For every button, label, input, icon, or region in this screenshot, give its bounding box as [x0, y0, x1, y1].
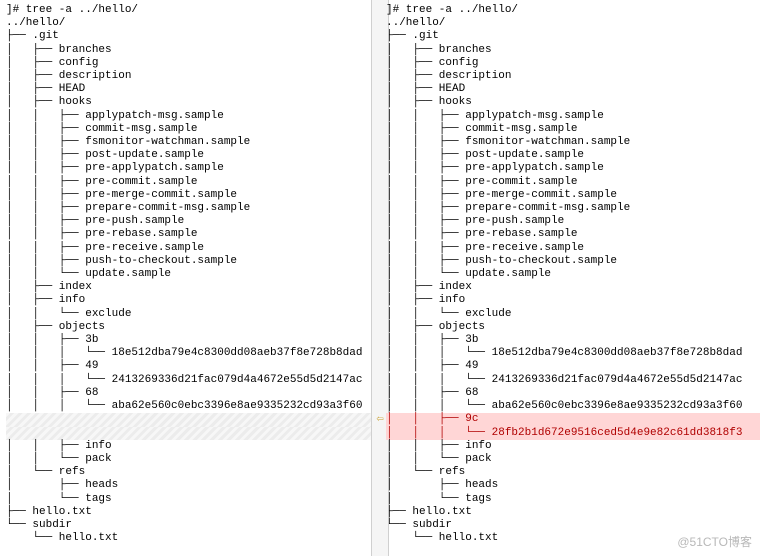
tree-line: │ │ ├── post-update.sample	[6, 149, 379, 162]
tree-line: │ │ ├── prepare-commit-msg.sample	[386, 202, 760, 215]
tree-line: │ │ └── update.sample	[6, 268, 379, 281]
tree-line	[6, 427, 379, 440]
tree-line: │ │ ├── commit-msg.sample	[6, 123, 379, 136]
tree-line: ]# tree -a ../hello/	[6, 4, 379, 17]
tree-line: │ └── refs	[386, 466, 760, 479]
tree-line: │ ├── branches	[386, 44, 760, 57]
tree-line: └── subdir	[386, 519, 760, 532]
tree-line: │ ├── config	[6, 57, 379, 70]
tree-line: ../hello/	[6, 17, 379, 30]
tree-line: │ ├── branches	[6, 44, 379, 57]
tree-line: │ │ ├── fsmonitor-watchman.sample	[386, 136, 760, 149]
tree-line: │ │ ├── push-to-checkout.sample	[6, 255, 379, 268]
tree-line: │ ├── hooks	[6, 96, 379, 109]
tree-line: │ │ ├── pre-merge-commit.sample	[6, 189, 379, 202]
tree-line: │ ├── index	[6, 281, 379, 294]
tree-line: └── subdir	[6, 519, 379, 532]
tree-line: │ ├── index	[386, 281, 760, 294]
tree-line: │ ├── objects	[6, 321, 379, 334]
tree-line: ├── .git	[386, 30, 760, 43]
tree-line: │ │ ├── 68	[386, 387, 760, 400]
tree-line: │ │ ├── post-update.sample	[386, 149, 760, 162]
tree-line: └── hello.txt	[6, 532, 379, 545]
tree-line	[6, 413, 379, 426]
tree-line: │ │ │ └── 2413269336d21fac079d4a4672e55d…	[6, 374, 379, 387]
diff-arrow-icon: ⇦	[371, 413, 389, 426]
tree-line: │ │ ├── info	[386, 440, 760, 453]
tree-line: │ │ ├── pre-receive.sample	[6, 242, 379, 255]
tree-line: │ │ ├── 9c	[386, 413, 760, 426]
tree-line: │ │ ├── applypatch-msg.sample	[386, 110, 760, 123]
tree-line: ├── hello.txt	[386, 506, 760, 519]
tree-line: │ └── tags	[386, 493, 760, 506]
tree-line: │ │ ├── commit-msg.sample	[386, 123, 760, 136]
tree-line: │ │ ├── pre-rebase.sample	[6, 228, 379, 241]
tree-line: │ │ └── pack	[386, 453, 760, 466]
tree-line: │ ├── hooks	[386, 96, 760, 109]
tree-line: │ │ │ └── 18e512dba79e4c8300dd08aeb37f8e…	[386, 347, 760, 360]
diff-container: ]# tree -a ../hello/../hello/├── .git│ ├…	[0, 0, 760, 556]
tree-line: │ │ ├── pre-commit.sample	[386, 176, 760, 189]
tree-line: │ │ ├── 49	[6, 360, 379, 373]
tree-line: │ │ ├── pre-rebase.sample	[386, 228, 760, 241]
tree-line: │ │ │ └── 2413269336d21fac079d4a4672e55d…	[386, 374, 760, 387]
tree-line: │ │ ├── pre-push.sample	[6, 215, 379, 228]
tree-line: ../hello/	[386, 17, 760, 30]
tree-line: │ │ ├── push-to-checkout.sample	[386, 255, 760, 268]
tree-line: │ │ ├── 68	[6, 387, 379, 400]
tree-line: │ │ ├── pre-push.sample	[386, 215, 760, 228]
tree-line: │ ├── description	[6, 70, 379, 83]
tree-line: │ └── refs	[6, 466, 379, 479]
tree-line: │ │ ├── pre-applypatch.sample	[6, 162, 379, 175]
tree-line: │ │ │ └── aba62e560c0ebc3396e8ae9335232c…	[6, 400, 379, 413]
tree-line: ├── hello.txt	[6, 506, 379, 519]
tree-line: │ │ ├── fsmonitor-watchman.sample	[6, 136, 379, 149]
right-pane[interactable]: ]# tree -a ../hello/../hello/├── .git│ ├…	[380, 0, 760, 556]
tree-line: │ ├── heads	[386, 479, 760, 492]
tree-line: │ ├── heads	[6, 479, 379, 492]
tree-line: │ │ │ └── 18e512dba79e4c8300dd08aeb37f8e…	[6, 347, 379, 360]
tree-line: │ │ ├── pre-merge-commit.sample	[386, 189, 760, 202]
tree-line: │ ├── info	[386, 294, 760, 307]
left-pane[interactable]: ]# tree -a ../hello/../hello/├── .git│ ├…	[0, 0, 380, 556]
tree-line: │ ├── description	[386, 70, 760, 83]
tree-line: │ │ └── update.sample	[386, 268, 760, 281]
tree-line: │ │ ├── pre-applypatch.sample	[386, 162, 760, 175]
tree-line: │ │ ├── applypatch-msg.sample	[6, 110, 379, 123]
tree-line: │ │ └── exclude	[6, 308, 379, 321]
tree-line: │ └── tags	[6, 493, 379, 506]
tree-line: │ ├── HEAD	[386, 83, 760, 96]
tree-line: ]# tree -a ../hello/	[386, 4, 760, 17]
tree-line: │ │ ├── prepare-commit-msg.sample	[6, 202, 379, 215]
tree-line: │ ├── HEAD	[6, 83, 379, 96]
tree-line: │ │ └── pack	[6, 453, 379, 466]
tree-line: │ │ ├── 3b	[386, 334, 760, 347]
tree-line: └── hello.txt	[386, 532, 760, 545]
tree-line: │ │ │ └── aba62e560c0ebc3396e8ae9335232c…	[386, 400, 760, 413]
tree-line: │ │ │ └── 28fb2b1d672e9516ced5d4e9e82c61…	[386, 427, 760, 440]
tree-line: │ │ └── exclude	[386, 308, 760, 321]
tree-line: │ │ ├── 3b	[6, 334, 379, 347]
tree-line: │ ├── objects	[386, 321, 760, 334]
tree-line: │ │ ├── pre-receive.sample	[386, 242, 760, 255]
tree-line: ├── .git	[6, 30, 379, 43]
tree-line: │ ├── info	[6, 294, 379, 307]
tree-line: │ │ ├── info	[6, 440, 379, 453]
tree-line: │ ├── config	[386, 57, 760, 70]
tree-line: │ │ ├── 49	[386, 360, 760, 373]
tree-line: │ │ ├── pre-commit.sample	[6, 176, 379, 189]
